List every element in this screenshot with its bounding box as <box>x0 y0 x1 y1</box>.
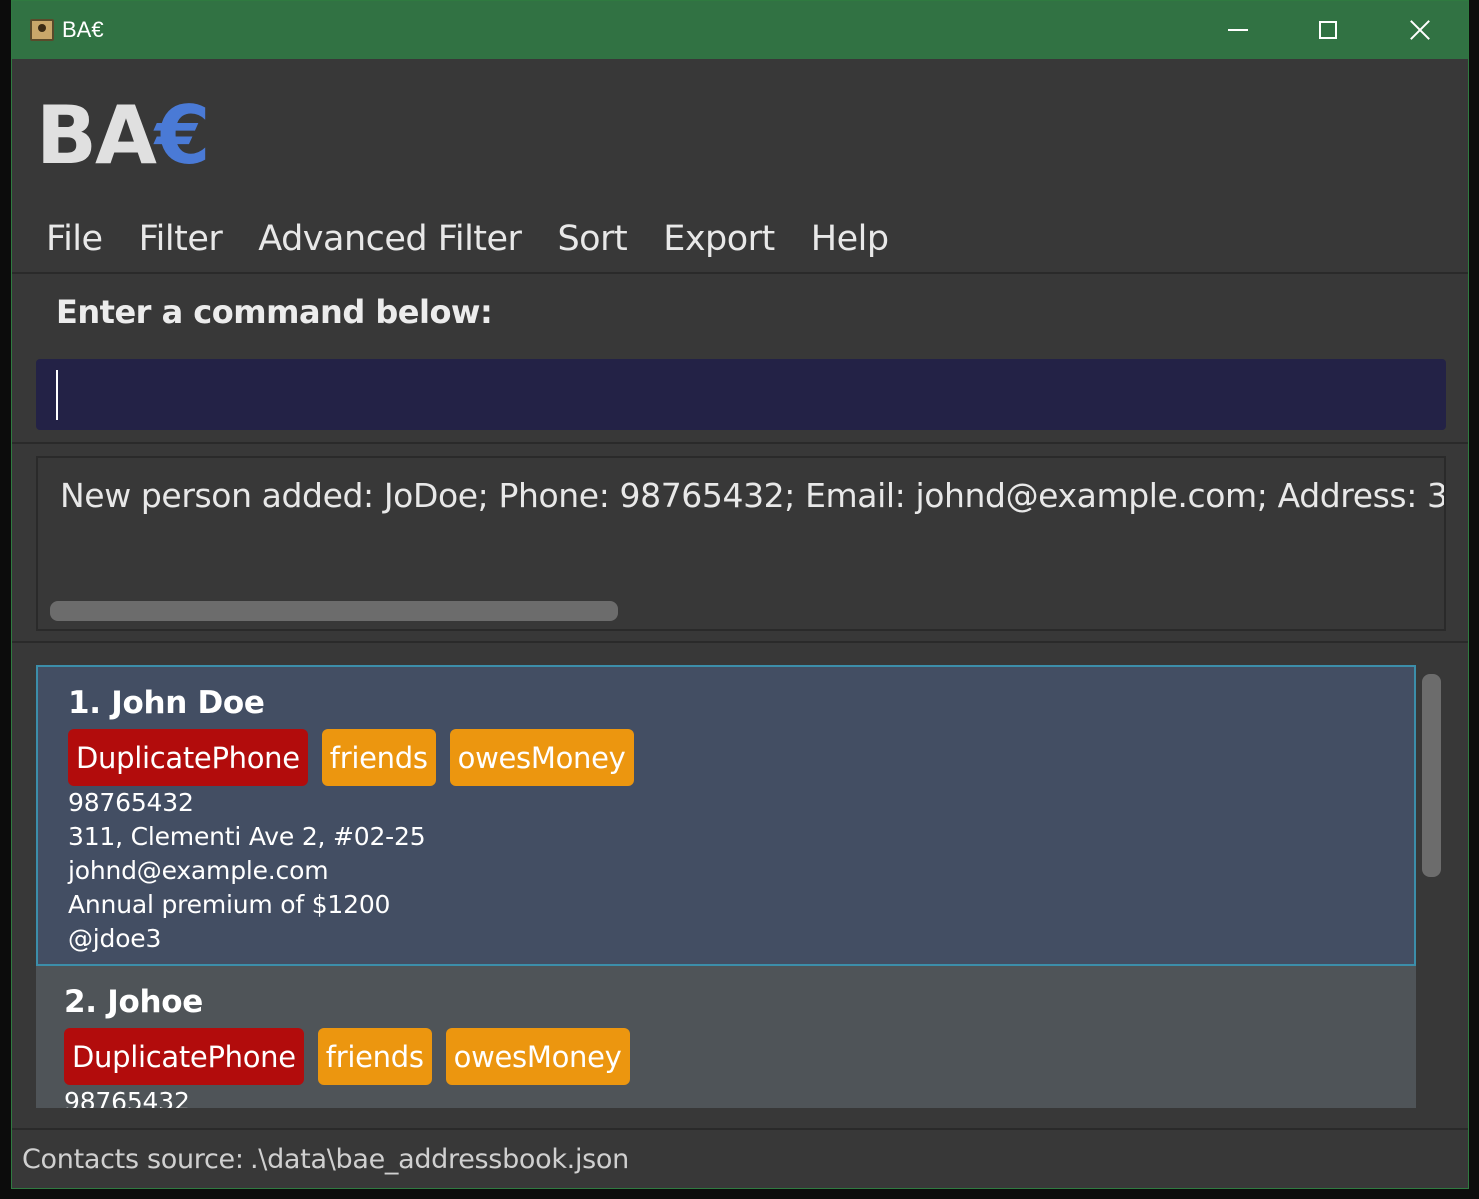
close-button[interactable] <box>1374 1 1466 59</box>
person-note: Annual premium of $1200 <box>68 890 391 919</box>
tag-duplicate-phone: DuplicatePhone <box>68 729 308 786</box>
person-phone: 98765432 <box>64 1087 190 1108</box>
tag-owes-money: owesMoney <box>445 1028 630 1085</box>
tag-list: DuplicatePhone friends owesMoney <box>68 729 634 786</box>
menu-filter[interactable]: Filter <box>121 219 241 259</box>
status-path: .\data\bae_addressbook.json <box>250 1144 629 1175</box>
command-label: Enter a command below: <box>56 293 493 331</box>
person-card[interactable]: 2. Johoe DuplicatePhone friends owesMone… <box>36 966 1416 1108</box>
tag-friends: friends <box>321 729 436 786</box>
person-name: 2. Johoe <box>64 984 203 1020</box>
logo-euro: € <box>154 89 211 182</box>
menu-file[interactable]: File <box>28 219 121 259</box>
menu-sort[interactable]: Sort <box>539 219 645 259</box>
tag-owes-money: owesMoney <box>449 729 634 786</box>
command-input[interactable] <box>36 359 1446 430</box>
logo-text: BA <box>36 89 157 182</box>
person-phone: 98765432 <box>68 788 194 817</box>
person-email: johnd@example.com <box>68 856 329 885</box>
tag-friends: friends <box>317 1028 432 1085</box>
tag-duplicate-phone: DuplicatePhone <box>64 1028 304 1085</box>
maximize-icon <box>1319 21 1337 39</box>
app-window: BA€ BA€ File Filter Advanced Filter Sort… <box>11 0 1469 1189</box>
minimize-button[interactable] <box>1192 1 1284 59</box>
menu-help[interactable]: Help <box>793 219 907 259</box>
app-icon <box>30 19 54 41</box>
tag-list: DuplicatePhone friends owesMoney <box>64 1028 630 1085</box>
menu-advanced-filter[interactable]: Advanced Filter <box>240 219 539 259</box>
person-card[interactable]: 1. John Doe DuplicatePhone friends owesM… <box>36 665 1416 966</box>
vertical-scrollbar[interactable] <box>1422 674 1441 877</box>
maximize-button[interactable] <box>1282 1 1374 59</box>
result-display[interactable]: New person added: JoDoe; Phone: 98765432… <box>36 456 1446 631</box>
person-address: 311, Clementi Ave 2, #02-25 <box>68 822 426 851</box>
minimize-icon <box>1228 29 1248 31</box>
person-handle: @jdoe3 <box>68 924 162 953</box>
status-bar: Contacts source: .\data\bae_addressbook.… <box>12 1128 1468 1188</box>
title-bar[interactable]: BA€ <box>12 1 1468 59</box>
close-icon <box>1409 19 1431 41</box>
divider <box>12 442 1468 444</box>
text-caret <box>56 370 58 420</box>
divider <box>12 641 1468 643</box>
menu-export[interactable]: Export <box>645 219 793 259</box>
person-name: 1. John Doe <box>68 685 265 721</box>
status-label: Contacts source: <box>22 1144 244 1175</box>
divider <box>12 272 1468 274</box>
person-list: 1. John Doe DuplicatePhone friends owesM… <box>36 665 1417 1108</box>
menu-bar: File Filter Advanced Filter Sort Export … <box>12 206 1468 272</box>
command-box[interactable] <box>36 359 1446 430</box>
result-text: New person added: JoDoe; Phone: 98765432… <box>60 476 1446 515</box>
app-logo: BA€ <box>36 89 211 182</box>
horizontal-scrollbar[interactable] <box>50 601 618 621</box>
window-title: BA€ <box>62 17 104 42</box>
